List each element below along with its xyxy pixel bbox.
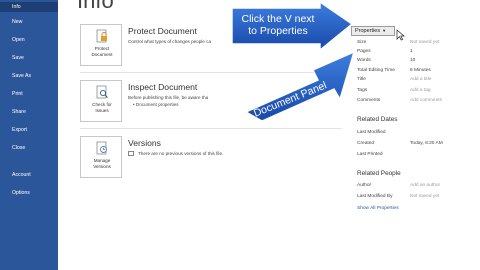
callout-arrows <box>231 0 356 122</box>
word-backstage-info: Info New Open Save Save As Print Share E… <box>0 0 480 270</box>
callout-properties-line2: to Properties <box>248 25 308 37</box>
callout-properties-line1: Click the V next <box>241 13 315 25</box>
callout-properties-text: Click the V next to Properties <box>232 13 324 37</box>
